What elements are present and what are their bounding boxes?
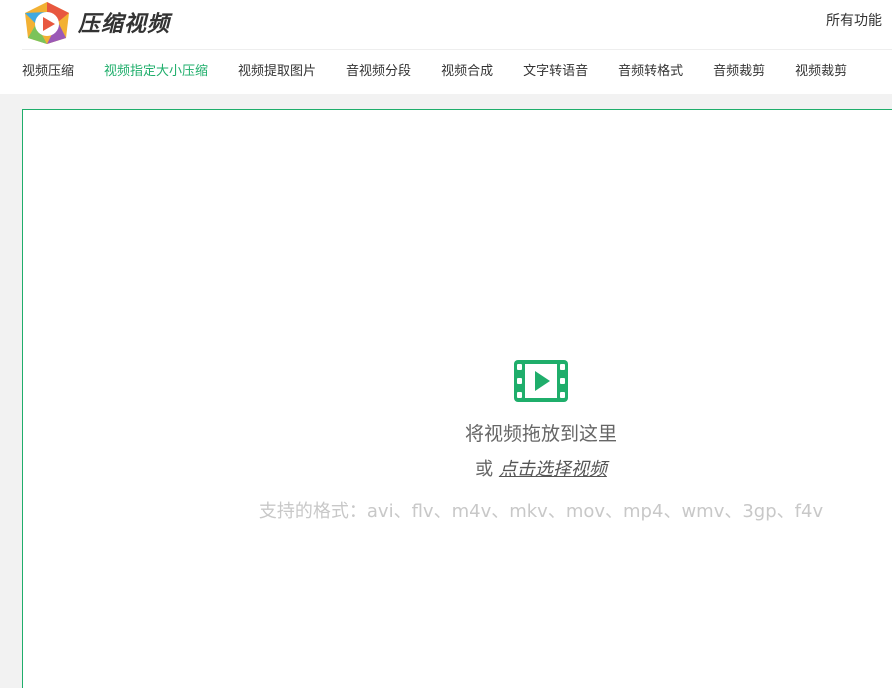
choose-video-link[interactable]: 点击选择视频 bbox=[499, 459, 607, 480]
nav-item-video-compress[interactable]: 视频压缩 bbox=[22, 50, 74, 94]
all-features-link[interactable]: 所有功能 bbox=[826, 10, 882, 30]
nav-item-audio-trim[interactable]: 音频裁剪 bbox=[713, 50, 765, 94]
choose-line: 或 点击选择视频 bbox=[0, 455, 892, 481]
nav-item-text-to-speech[interactable]: 文字转语音 bbox=[523, 50, 588, 94]
logo-text: 压缩视频 bbox=[78, 12, 171, 37]
page: 压缩视频 所有功能 视频压缩 视频指定大小压缩 视频提取图片 音视频分段 视频合… bbox=[0, 0, 892, 688]
supported-formats: 支持的格式：avi、flv、m4v、mkv、mov、mp4、wmv、3gp、f4… bbox=[258, 501, 824, 522]
drop-hint: 将视频拖放到这里 bbox=[464, 423, 617, 445]
film-play-icon[interactable] bbox=[513, 359, 569, 403]
nav-item-segment[interactable]: 音视频分段 bbox=[346, 50, 411, 94]
header: 压缩视频 所有功能 视频压缩 视频指定大小压缩 视频提取图片 音视频分段 视频合… bbox=[0, 0, 892, 94]
nav-item-video-size-compress[interactable]: 视频指定大小压缩 bbox=[104, 50, 208, 94]
nav-item-extract-images[interactable]: 视频提取图片 bbox=[238, 50, 316, 94]
nav-item-video-trim[interactable]: 视频裁剪 bbox=[795, 50, 847, 94]
logo-play-icon bbox=[25, 2, 69, 44]
or-text: 或 bbox=[475, 459, 494, 480]
logo[interactable]: 压缩视频 bbox=[22, 0, 170, 44]
upload-dropzone[interactable] bbox=[22, 109, 892, 688]
nav-bar: 视频压缩 视频指定大小压缩 视频提取图片 音视频分段 视频合成 文字转语音 音频… bbox=[22, 50, 877, 94]
nav-item-merge[interactable]: 视频合成 bbox=[441, 50, 493, 94]
nav-item-audio-convert[interactable]: 音频转格式 bbox=[618, 50, 683, 94]
